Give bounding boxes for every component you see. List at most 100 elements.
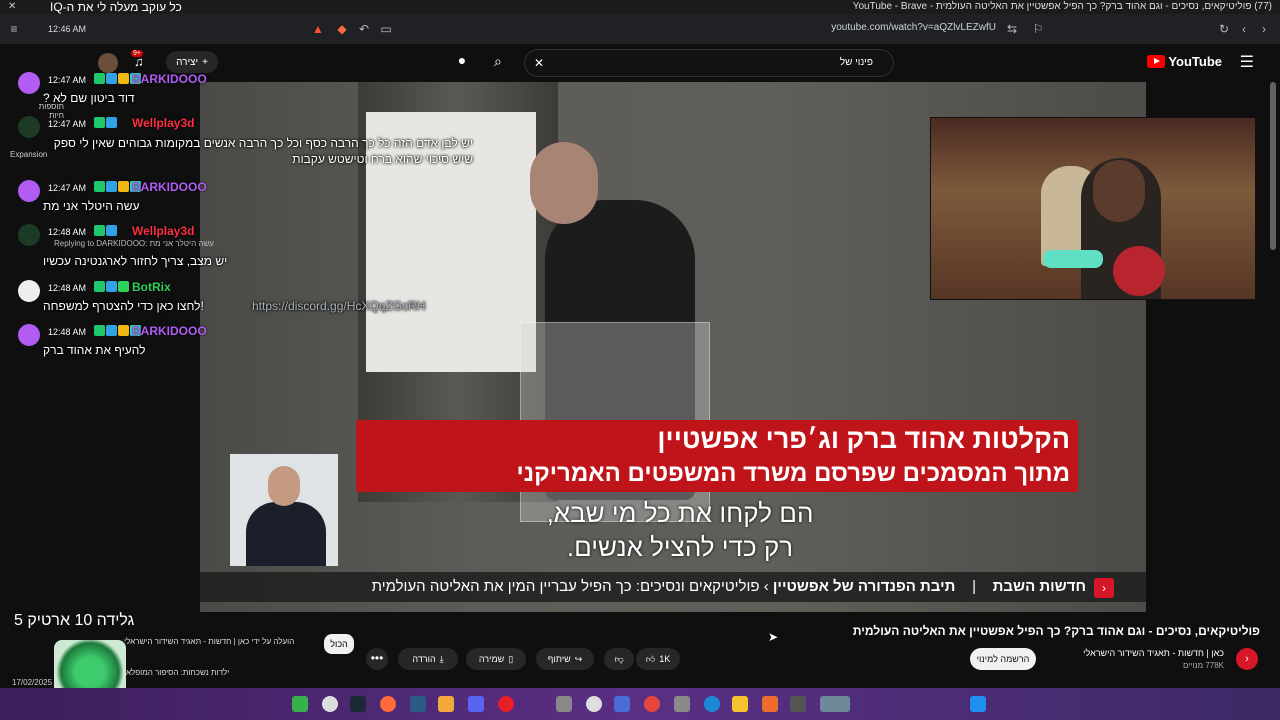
- page-scrollbar[interactable]: [1270, 82, 1276, 250]
- chip-all[interactable]: הכול: [324, 634, 354, 654]
- chat-badges: [94, 225, 118, 239]
- app-icon-window[interactable]: [614, 696, 630, 712]
- video-subtitle: הם לקחו את כל מי שבא, רק כדי להציל אנשים…: [470, 496, 890, 564]
- headline-line-2: מתוך המסמכים שפרסם משרד המשפטים האמריקני: [516, 460, 1071, 487]
- recommended-video-title[interactable]: ילדות נשכחות: הסיפור המופלא: [126, 668, 229, 677]
- chat-username[interactable]: BotRix: [132, 280, 171, 294]
- news-separator: |: [972, 578, 976, 595]
- subtitle-line-1: הם לקחו את כל מי שבא,: [546, 498, 814, 528]
- thumbs-down-icon: 👎︎: [614, 653, 624, 664]
- address-bar[interactable]: youtube.com/watch?v=aQZlvLEZwfU: [831, 22, 996, 33]
- plus-icon: +: [202, 56, 208, 68]
- save-icon: ▯: [508, 653, 514, 664]
- search-input[interactable]: פינוי של ✕: [524, 49, 894, 77]
- channel-subscribers: 778K מנויים: [1182, 661, 1224, 670]
- like-button[interactable]: 1K 👍︎: [636, 648, 680, 670]
- back-icon[interactable]: ↶: [356, 21, 372, 37]
- chat-text: יש מצב, צריך לחזור לארגנטינה עכשיו: [43, 254, 228, 268]
- stream-banner-text: כל עוקב מעלה לי את ה-IQ: [50, 0, 182, 14]
- back-arrow-icon[interactable]: ‹: [1236, 21, 1252, 37]
- headline-banner: הקלטות אהוד ברק וג׳פרי אפשטיין מתוך המסמ…: [356, 420, 1078, 492]
- chat-username[interactable]: Wellplay3d: [132, 116, 194, 130]
- microphone-icon[interactable]: ●: [452, 52, 472, 72]
- app-icon-chatgpt[interactable]: [586, 696, 602, 712]
- kan-logo-icon: ›: [1094, 578, 1114, 598]
- search-query: פינוי של: [839, 57, 873, 68]
- more-actions-button[interactable]: •••: [366, 648, 388, 670]
- menu-icon[interactable]: ≡: [6, 21, 22, 37]
- side-label-expansion: Expansion: [10, 150, 48, 159]
- save-button[interactable]: ▯ שמירה: [466, 648, 526, 670]
- share-button[interactable]: ↪ שיתוף: [536, 648, 594, 670]
- search-icon[interactable]: ⌕: [494, 53, 502, 70]
- cast-icon[interactable]: ▭: [378, 21, 394, 37]
- download-button[interactable]: ⤓ הורדה: [398, 648, 458, 670]
- app-icon-terminal[interactable]: [410, 696, 426, 712]
- start-icon[interactable]: [970, 696, 986, 712]
- news-show: חדשות השבת: [992, 578, 1086, 595]
- chat-text: עשה היטלר אני מת: [43, 199, 140, 213]
- clock: 12:46 AM: [48, 24, 87, 34]
- facecam-flowers: [1113, 246, 1165, 296]
- chat-username[interactable]: DARKIDOOO: [132, 180, 207, 194]
- channel-avatar[interactable]: ›: [1236, 648, 1258, 670]
- chat-username[interactable]: DARKIDOOO: [132, 72, 207, 86]
- hamburger-menu-icon[interactable]: ☰: [1240, 52, 1254, 72]
- brave-rewards-icon[interactable]: ◆: [334, 21, 350, 37]
- share-label: שיתוף: [547, 654, 571, 664]
- chat-time: 12:47 AM: [48, 183, 87, 193]
- interpreter-torso: [246, 502, 326, 566]
- app-icon-steam[interactable]: [350, 696, 366, 712]
- chat-avatar: [18, 72, 40, 94]
- streamer-facecam: [930, 117, 1256, 300]
- channel-name[interactable]: כאן | חדשות - תאגיד השידור הישראלי: [1083, 648, 1224, 658]
- download-label: הורדה: [412, 654, 436, 664]
- subscribe-button[interactable]: הרשמה למינוי: [970, 648, 1036, 670]
- app-icon-files[interactable]: [438, 696, 454, 712]
- forward-arrow-icon[interactable]: ›: [1256, 21, 1272, 37]
- app-icon-explorer[interactable]: [732, 696, 748, 712]
- window-title-bar: ✕ כל עוקב מעלה לי את ה-IQ (77) פוליטיקאי…: [0, 0, 1280, 14]
- app-icon-game[interactable]: [820, 696, 850, 712]
- app-icon-play[interactable]: [292, 696, 308, 712]
- share-page-icon[interactable]: ⇆: [1004, 21, 1020, 37]
- reload-icon[interactable]: ↻: [1216, 21, 1232, 37]
- brave-shield-icon[interactable]: ▲: [310, 21, 326, 37]
- interpreter-head: [268, 466, 300, 506]
- chat-badges: [94, 281, 130, 295]
- window-title: (77) פוליטיקאים, נסיכים - וגם אהוד ברק? …: [852, 1, 1272, 12]
- facecam-streamer-head: [1093, 160, 1145, 222]
- app-icon-chrome[interactable]: [644, 696, 660, 712]
- app-icon-calculator[interactable]: [790, 696, 806, 712]
- app-icon-browser[interactable]: [380, 696, 396, 712]
- side-label-live: תוספות חיות: [38, 102, 64, 120]
- dislike-button[interactable]: 👎︎: [604, 648, 634, 670]
- stream-goal-text: גלידה 10 ארטיק 5: [14, 612, 135, 629]
- chip-uploaded-by[interactable]: הועלה על ידי כאן | חדשות - תאגיד השידור …: [124, 637, 294, 646]
- close-icon[interactable]: ✕: [8, 0, 16, 14]
- app-icon-settings[interactable]: [556, 696, 572, 712]
- taskbar: [0, 688, 1280, 720]
- stream-chat-overlay: 12:47 AM DARKIDOOO דוד ביטון שם לא ? 12:…: [0, 70, 473, 370]
- video-title: פוליטיקאים, נסיכים - וגם אהוד ברק? כך הפ…: [852, 624, 1260, 638]
- chat-time: 12:48 AM: [48, 227, 87, 237]
- news-ticker-text: חדשות השבת | תיבת הפנדורה של אפשטיין › פ…: [372, 578, 1086, 595]
- youtube-logo[interactable]: YouTube: [1147, 54, 1222, 69]
- chat-username[interactable]: Wellplay3d: [132, 224, 194, 238]
- app-icon-media[interactable]: [498, 696, 514, 712]
- mouse-cursor-icon: ➤: [768, 630, 779, 644]
- app-icon-edge[interactable]: [704, 696, 720, 712]
- clear-search-icon[interactable]: ✕: [534, 56, 544, 70]
- app-icon-store[interactable]: [762, 696, 778, 712]
- bookmark-icon[interactable]: ⚐: [1030, 21, 1046, 37]
- app-icon-obs[interactable]: [322, 696, 338, 712]
- news-episode: פוליטיקאים ונסיכים: כך הפיל עבריין המין …: [371, 578, 760, 595]
- app-icon-snip[interactable]: [674, 696, 690, 712]
- share-icon: ↪: [574, 653, 583, 664]
- chat-reply-context: Replying to DARKIDOOO: עשה היטלר אני מת: [54, 239, 214, 248]
- chat-avatar: [18, 180, 40, 202]
- chat-username[interactable]: DARKIDOOO: [132, 324, 207, 338]
- app-icon-discord[interactable]: [468, 696, 484, 712]
- like-count: 1K: [659, 654, 671, 664]
- chat-link[interactable]: https://discord.gg/HcXQqZGcRH: [252, 299, 425, 313]
